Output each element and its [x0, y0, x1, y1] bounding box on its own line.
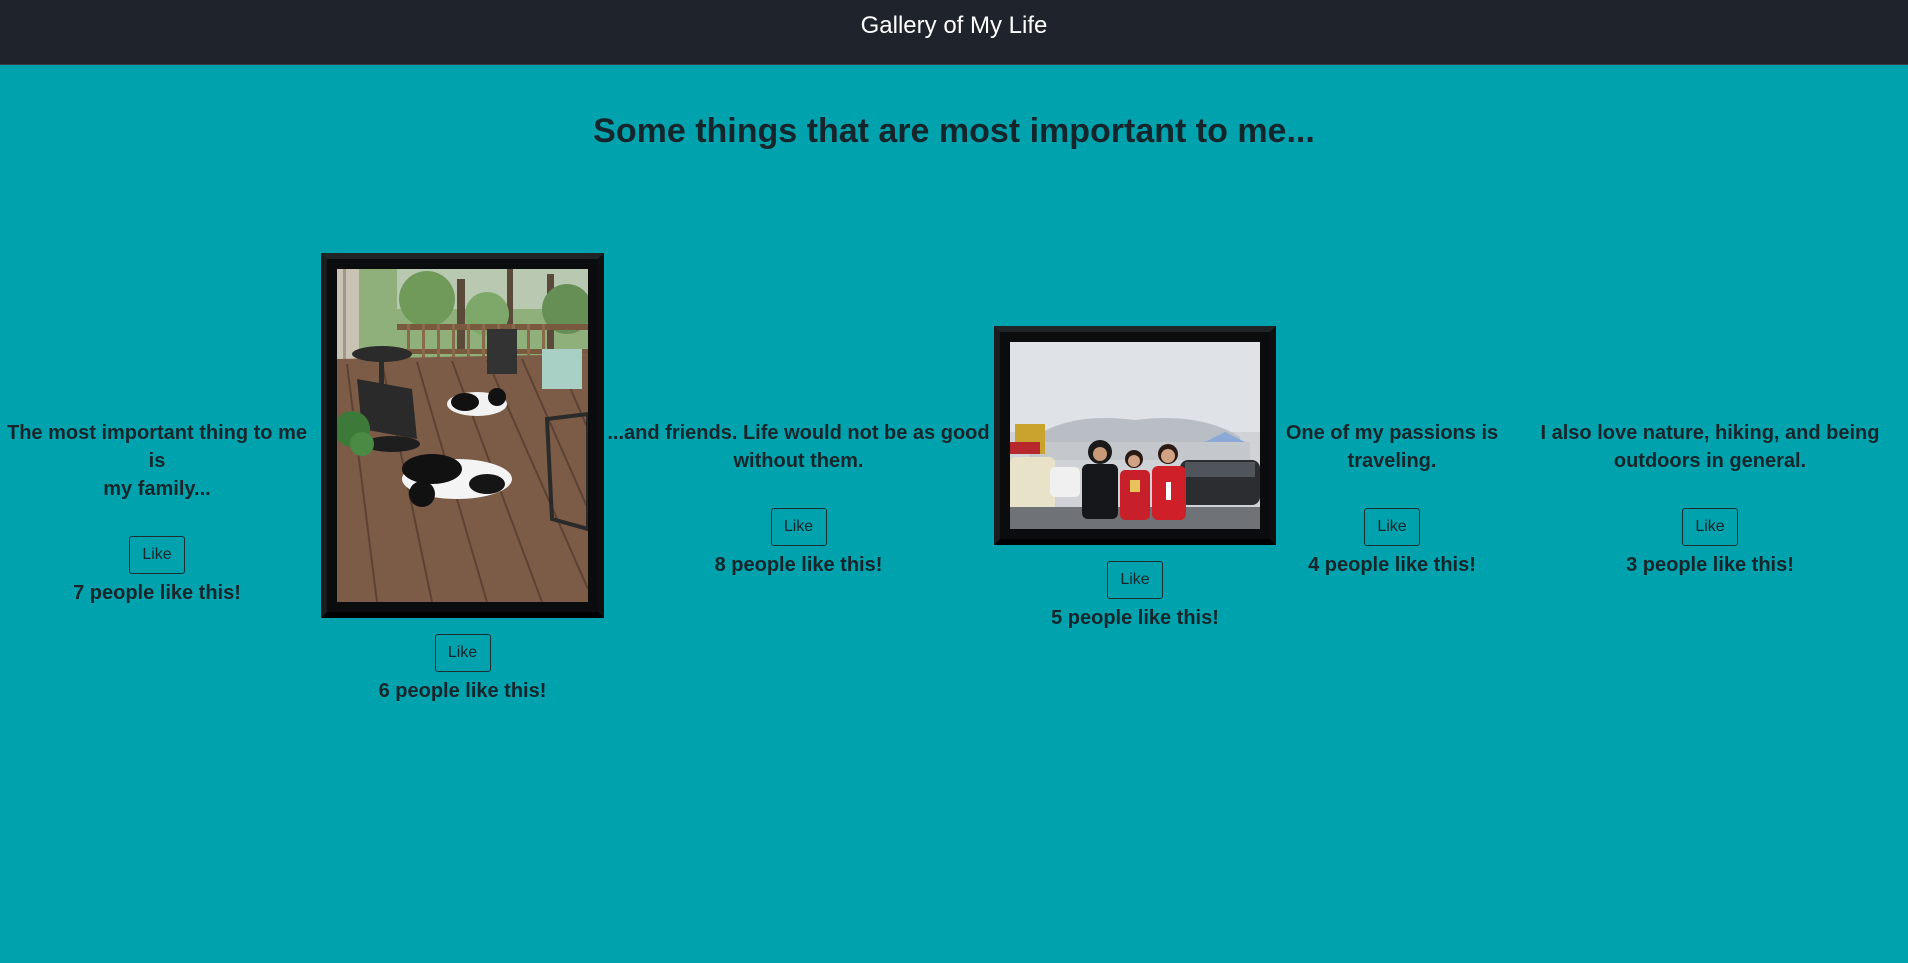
navbar-title: Gallery of My Life [860, 12, 1048, 39]
card-nature: I also love nature, hiking, and being ou… [1526, 419, 1894, 577]
card-caption: ...and friends. Life would not be as goo… [606, 419, 991, 475]
caption-line: without them. [733, 450, 864, 472]
caption-line: outdoors in general. [1613, 450, 1807, 472]
like-count: 4 people like this! [1308, 554, 1476, 576]
like-count: 7 people like this! [73, 582, 241, 604]
like-button[interactable]: Like [434, 634, 491, 672]
like-button[interactable]: Like [770, 508, 827, 546]
friends-at-stadium-photo [1010, 342, 1260, 529]
caption-line: ...and friends. Life would not be as goo… [607, 422, 990, 444]
caption-line: The most important thing to me is [7, 422, 307, 472]
photo-frame-stadium [994, 326, 1276, 545]
card-caption: The most important thing to me is my fam… [0, 419, 314, 503]
caption-line: I also love nature, hiking, and being [1540, 422, 1880, 444]
card-traveling: One of my passions is traveling. Like 4 … [1283, 419, 1501, 577]
card-friends: ...and friends. Life would not be as goo… [606, 419, 991, 577]
caption-line: traveling. [1347, 450, 1437, 472]
like-button[interactable]: Like [1107, 561, 1163, 599]
card-family: The most important thing to me is my fam… [0, 419, 314, 605]
card-caption: One of my passions is traveling. [1283, 419, 1501, 475]
like-button[interactable]: Like [1682, 508, 1738, 546]
caption-line: One of my passions is [1285, 422, 1499, 444]
like-count: 6 people like this! [378, 680, 547, 702]
navbar: Gallery of My Life [0, 0, 1908, 65]
card-stadium-actions: Like 5 people like this! [994, 561, 1276, 630]
like-count: 5 people like this! [1051, 607, 1219, 629]
card-caption: I also love nature, hiking, and being ou… [1526, 419, 1894, 475]
like-button[interactable]: Like [1364, 508, 1420, 546]
page-heading: Some things that are most important to m… [593, 112, 1315, 150]
caption-line: my family... [103, 478, 211, 500]
dogs-on-deck-photo [337, 269, 588, 602]
card-dogs-actions: Like 6 people like this! [321, 634, 604, 703]
like-button[interactable]: Like [129, 536, 185, 574]
photo-frame-dogs [321, 253, 604, 618]
like-count: 8 people like this! [714, 554, 883, 576]
like-count: 3 people like this! [1626, 554, 1794, 576]
